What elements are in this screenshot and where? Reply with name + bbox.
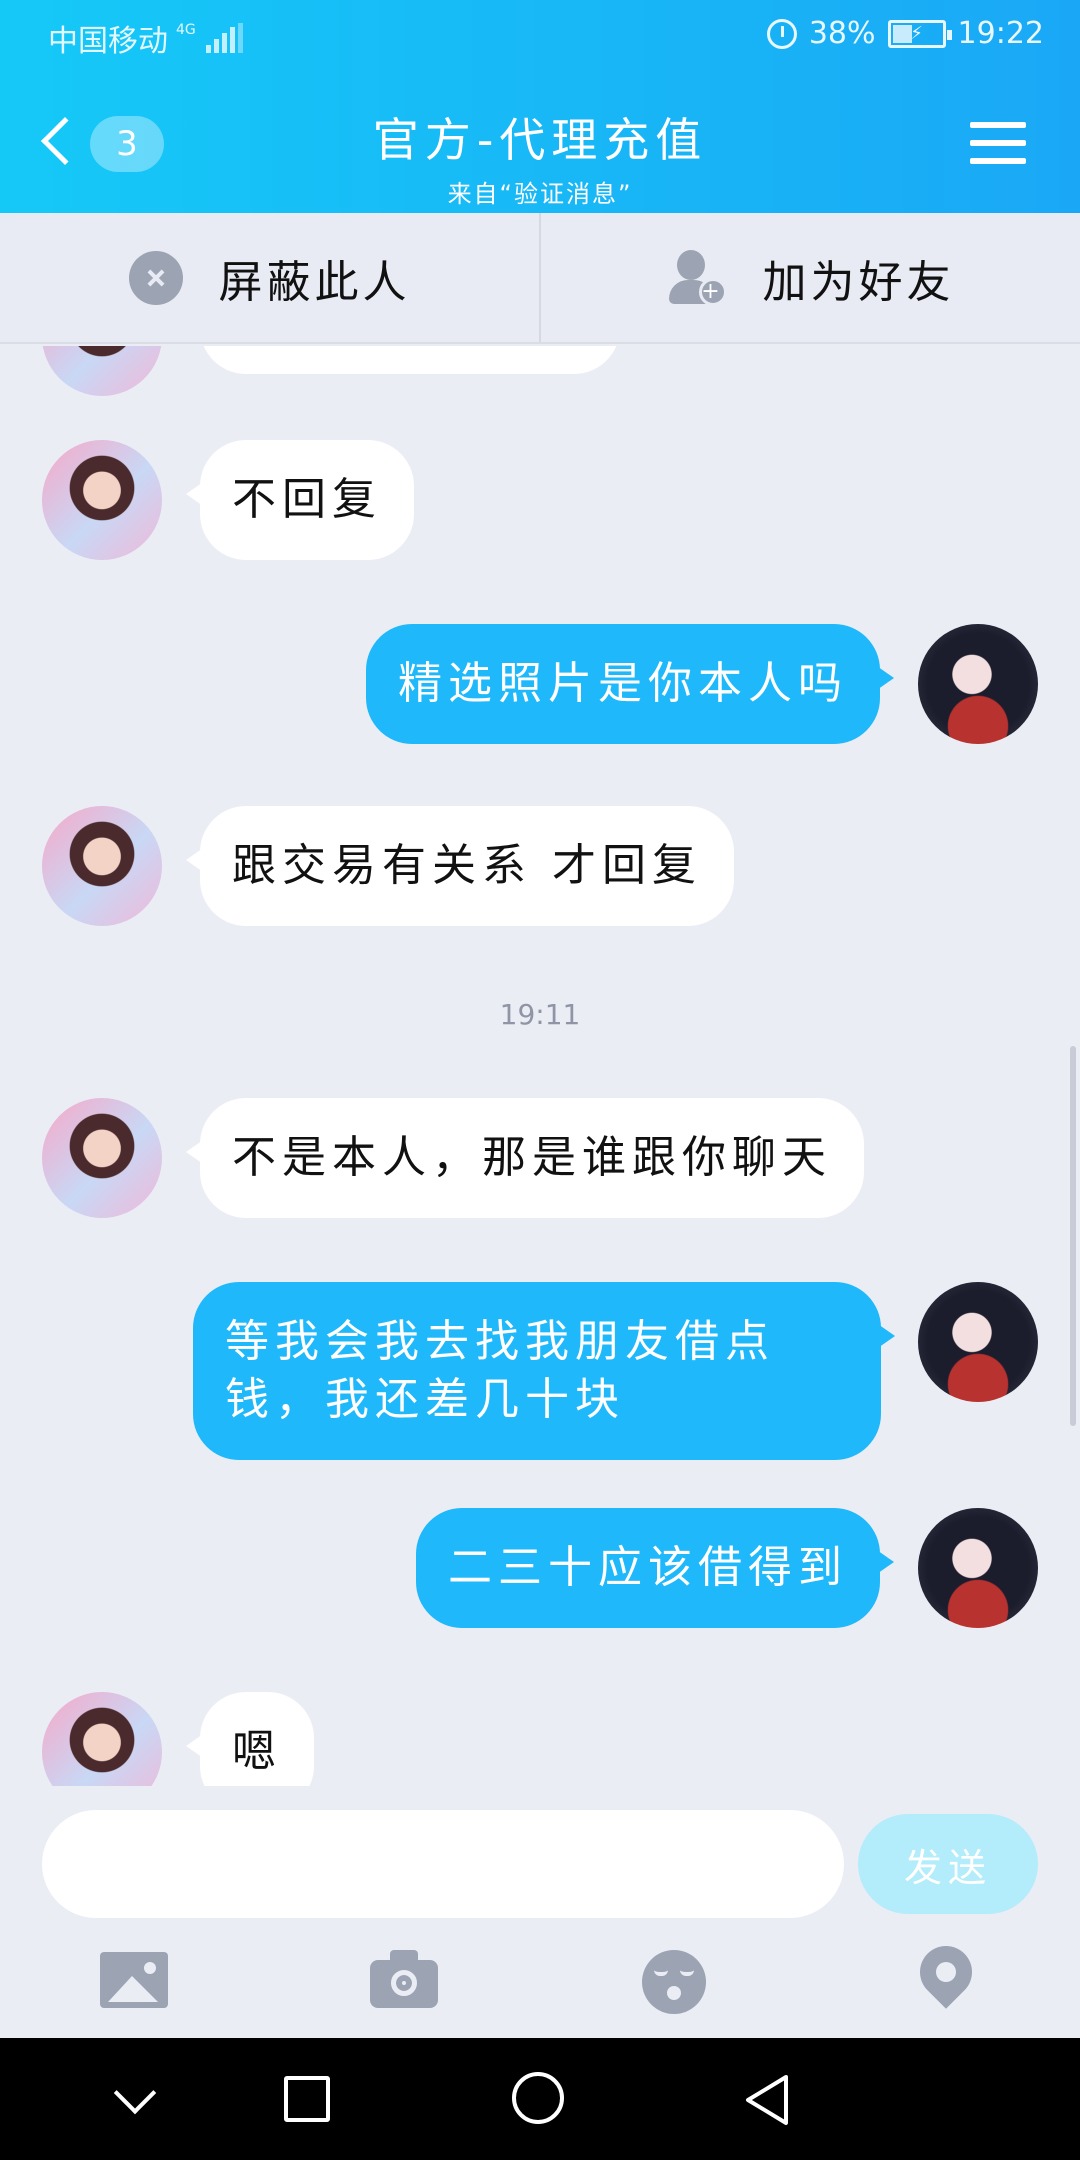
carrier-name: 中国移动 (48, 24, 168, 59)
scrollbar[interactable] (1070, 1046, 1076, 1426)
toolbar (0, 1935, 1080, 2032)
contact-avatar[interactable] (42, 346, 162, 396)
clock: 19:22 (957, 16, 1044, 51)
emoji-icon[interactable] (640, 1946, 710, 2016)
message-timestamp: 19:11 (499, 998, 581, 1031)
page-subtitle: 来自“验证消息” (447, 180, 633, 208)
home-icon[interactable] (512, 2072, 564, 2124)
message-bubble-partial[interactable] (200, 346, 620, 374)
message-bubble-incoming[interactable]: 不是本人，那是谁跟你聊天 (186, 1098, 864, 1218)
action-bar: 屏蔽此人 + 加为好友 (0, 213, 1080, 344)
message-bubble-incoming[interactable]: 跟交易有关系 才回复 (186, 806, 734, 926)
collapse-icon[interactable] (110, 2074, 160, 2124)
status-right: 38% ⚡ 19:22 (766, 16, 1044, 51)
alarm-icon (766, 18, 797, 49)
location-icon[interactable] (909, 1935, 983, 2016)
message-input[interactable] (42, 1810, 844, 1918)
add-friend-icon: + (667, 249, 727, 306)
chat-header: 中国移动 4G 38% ⚡ 19:22 3 官方-代理充值 来自“验证消息” (0, 0, 1080, 213)
send-button[interactable]: 发送 (858, 1814, 1038, 1914)
signal-icon (205, 23, 243, 53)
add-friend-button[interactable]: + 加为好友 (539, 213, 1080, 342)
my-avatar[interactable] (918, 1282, 1038, 1402)
back-nav-icon[interactable] (744, 2074, 790, 2126)
message-bubble-incoming[interactable]: 嗯 (186, 1692, 314, 1786)
camera-icon[interactable] (370, 1946, 440, 2016)
contact-avatar[interactable] (42, 1692, 162, 1786)
block-user-label: 屏蔽此人 (218, 256, 411, 308)
message-bubble-incoming[interactable]: 不回复 (186, 440, 414, 560)
nav-bar: 3 官方-代理充值 来自“验证消息” (0, 82, 1080, 212)
message-bubble-outgoing[interactable]: 二三十应该借得到 (416, 1508, 894, 1628)
menu-icon[interactable] (970, 122, 1026, 168)
message-bubble-outgoing[interactable]: 等我会我去找我朋友借点钱，我还差几十块 (193, 1282, 895, 1460)
block-icon (128, 250, 183, 305)
contact-avatar[interactable] (42, 806, 162, 926)
my-avatar[interactable] (918, 624, 1038, 744)
status-bar: 中国移动 4G 38% ⚡ 19:22 (0, 0, 1080, 72)
page-title: 官方-代理充值 (372, 113, 708, 167)
contact-avatar[interactable] (42, 440, 162, 560)
system-nav-bar (0, 2038, 1080, 2160)
network-type: 4G (176, 22, 196, 38)
title-block: 官方-代理充值 来自“验证消息” (0, 104, 1080, 209)
contact-avatar[interactable] (42, 1098, 162, 1218)
message-bubble-outgoing[interactable]: 精选照片是你本人吗 (366, 624, 894, 744)
photo-icon[interactable] (100, 1946, 170, 2016)
add-friend-label: 加为好友 (762, 256, 955, 308)
message-list[interactable]: 不回复 精选照片是你本人吗 跟交易有关系 才回复 19:11 不是本人，那是谁跟… (0, 346, 1080, 1786)
my-avatar[interactable] (918, 1508, 1038, 1628)
status-left: 中国移动 4G (48, 16, 243, 60)
block-user-button[interactable]: 屏蔽此人 (0, 213, 539, 342)
recents-icon[interactable] (284, 2076, 330, 2122)
composer: 发送 (0, 1786, 1080, 2038)
battery-icon: ⚡ (887, 19, 952, 48)
battery-percent: 38% (808, 16, 876, 51)
